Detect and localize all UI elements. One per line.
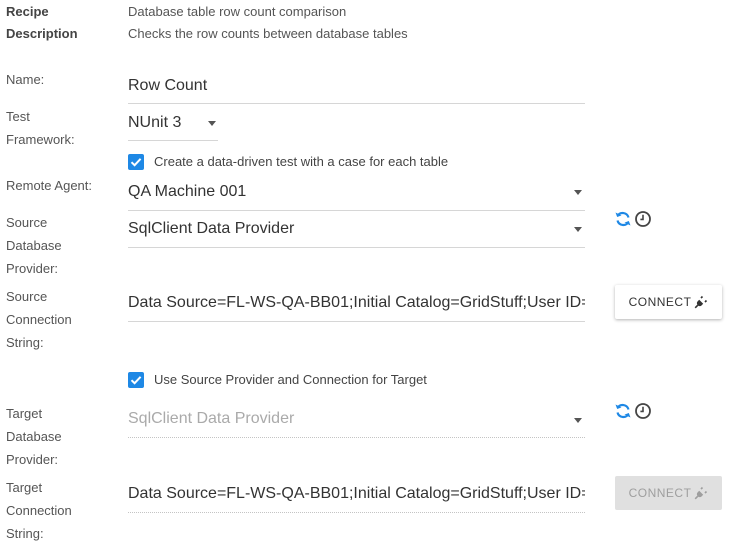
- target-provider-label-line3: Provider:: [6, 452, 59, 467]
- refresh-icon[interactable]: [614, 402, 632, 420]
- target-connection-label-line2: Connection: [6, 503, 72, 518]
- test-framework-label-line1: Test: [6, 109, 30, 124]
- recipe-value: Database table row count comparison: [128, 4, 347, 19]
- plug-icon: [695, 486, 708, 500]
- source-connect-button[interactable]: CONNECT: [615, 285, 722, 319]
- checkmark-icon: [130, 376, 142, 385]
- target-provider-underline: [128, 437, 585, 438]
- target-provider-label-line1: Target: [6, 406, 43, 421]
- source-connect-label: CONNECT: [628, 295, 692, 309]
- remote-agent-value: QA Machine 001: [128, 183, 247, 200]
- source-provider-label-line3: Provider:: [6, 261, 59, 276]
- history-clock-icon[interactable]: [634, 402, 652, 420]
- name-label: Name:: [6, 72, 45, 87]
- test-framework-value: NUnit 3: [128, 114, 182, 131]
- remote-agent-label: Remote Agent:: [6, 178, 92, 193]
- use-source-label: Use Source Provider and Connection for T…: [154, 372, 427, 387]
- source-connection-label-line3: String:: [6, 335, 44, 350]
- chevron-down-icon: [574, 418, 582, 423]
- chevron-down-icon: [208, 121, 216, 126]
- source-provider-value: SqlClient Data Provider: [128, 220, 295, 237]
- description-label: Description: [6, 26, 78, 41]
- source-connection-label-line1: Source: [6, 289, 48, 304]
- source-connection-label-line2: Connection: [6, 312, 72, 327]
- target-provider-actions: [614, 402, 652, 420]
- name-underline: [128, 103, 585, 104]
- description-value: Checks the row counts between database t…: [128, 26, 408, 41]
- data-driven-checkbox[interactable]: [128, 154, 144, 170]
- refresh-icon[interactable]: [614, 210, 632, 228]
- name-input[interactable]: Row Count: [128, 76, 583, 96]
- source-connection-underline: [128, 321, 585, 322]
- test-framework-underline: [128, 140, 218, 141]
- source-provider-label-line2: Database: [6, 238, 62, 253]
- target-connect-label: CONNECT: [628, 486, 692, 500]
- chevron-down-icon: [574, 190, 582, 195]
- source-provider-label-line1: Source: [6, 215, 48, 230]
- target-connection-input[interactable]: Data Source=FL-WS-QA-BB01;Initial Catalo…: [128, 484, 585, 504]
- data-driven-label: Create a data-driven test with a case fo…: [154, 154, 449, 169]
- chevron-down-icon: [574, 227, 582, 232]
- source-connection-input[interactable]: Data Source=FL-WS-QA-BB01;Initial Catalo…: [128, 293, 585, 313]
- target-connection-underline: [128, 512, 585, 513]
- target-connect-button[interactable]: CONNECT: [615, 476, 722, 510]
- recipe-label: Recipe: [6, 4, 49, 19]
- plug-icon: [695, 295, 708, 309]
- target-connection-label-line3: String:: [6, 526, 44, 541]
- remote-agent-underline: [128, 210, 585, 211]
- target-provider-label-line2: Database: [6, 429, 62, 444]
- checkmark-icon: [130, 158, 142, 167]
- target-connection-label-line1: Target: [6, 480, 43, 495]
- target-provider-value: SqlClient Data Provider: [128, 410, 295, 427]
- test-framework-label-line2: Framework:: [6, 132, 75, 147]
- use-source-checkbox[interactable]: [128, 372, 144, 388]
- history-clock-icon[interactable]: [634, 210, 652, 228]
- source-provider-underline: [128, 247, 585, 248]
- source-provider-actions: [614, 210, 652, 228]
